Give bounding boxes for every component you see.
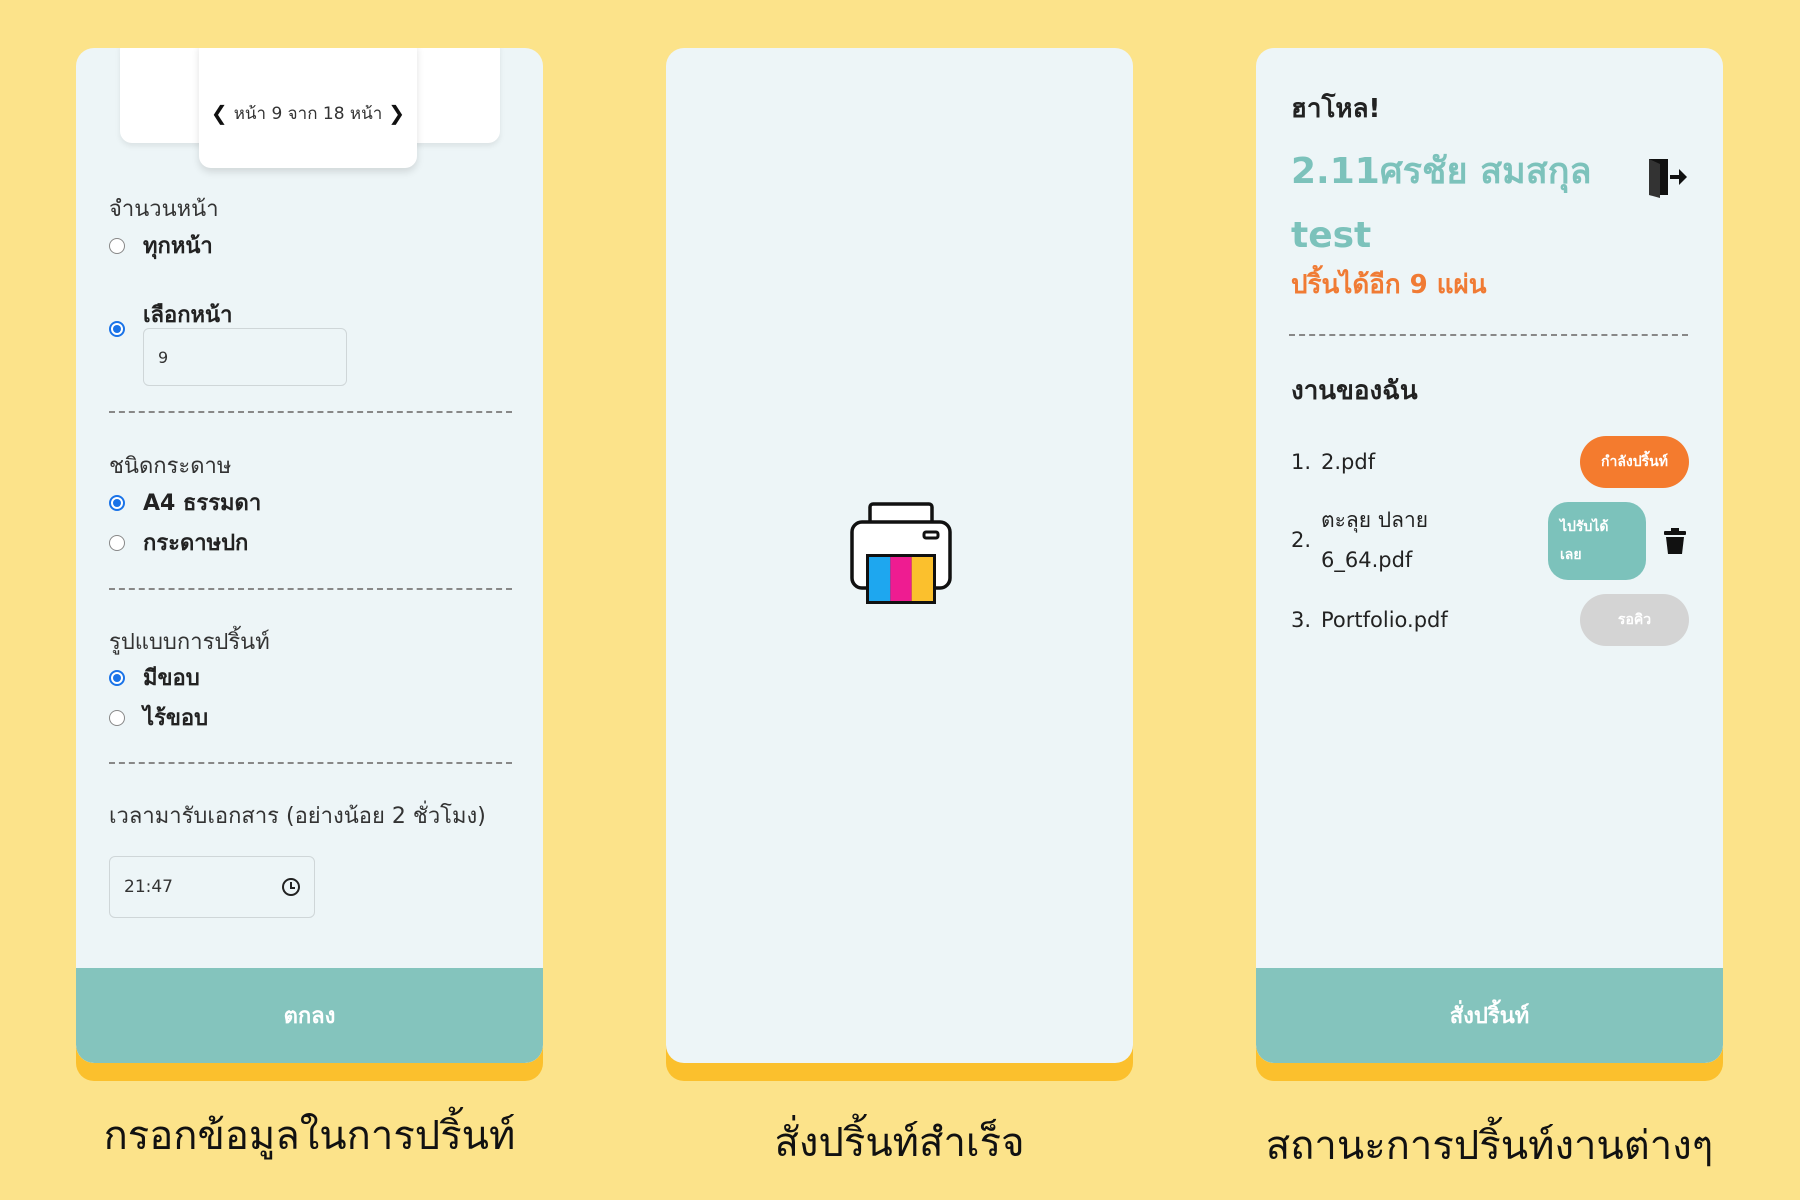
chevron-right-icon[interactable]: ❯ <box>388 101 405 125</box>
radio-borderless[interactable]: ไร้ขอบ <box>109 700 208 735</box>
format-section-title: รูปแบบการปริ้นท์ <box>109 630 270 655</box>
job-file-name-line1: ตะลุย ปลาย <box>1321 508 1429 532</box>
radio-label: A4 ธรรมดา <box>143 491 262 516</box>
divider <box>109 762 512 764</box>
page-navigator: ❮ หน้า 9 จาก 18 หน้า ❯ <box>199 48 417 168</box>
radio-with-border[interactable]: มีขอบ <box>109 660 200 695</box>
pages-section-title: จำนวนหน้า <box>109 197 219 222</box>
status-line1: ไปรับได้ <box>1560 519 1609 535</box>
radio-label: เลือกหน้า <box>143 302 233 328</box>
job-row: 2. ตะลุย ปลาย 6_64.pdf <box>1291 500 1428 580</box>
radio-button[interactable] <box>109 494 125 511</box>
status-badge-printing: กำลังปริ้นท์ <box>1580 436 1689 488</box>
job-file-name-line2: 6_64.pdf <box>1321 548 1413 572</box>
job-number: 2. <box>1291 528 1312 552</box>
divider <box>109 411 512 413</box>
radio-all-pages[interactable]: ทุกหน้า <box>109 228 213 263</box>
radio-button[interactable] <box>109 321 125 337</box>
time-value: 21:47 <box>124 877 173 897</box>
paper-section-title: ชนิดกระดาษ <box>109 454 232 479</box>
printer-color-bar-magenta <box>890 557 912 601</box>
caption-fill-info: กรอกข้อมูลในการปริ้นท์ <box>103 1113 516 1159</box>
page-indicator: หน้า 9 จาก 18 หน้า <box>233 103 383 124</box>
job-file-name: ตะลุย ปลาย 6_64.pdf <box>1321 500 1428 580</box>
status-badge-ready: ไปรับได้ เลย <box>1548 502 1646 580</box>
job-row: 3. Portfolio.pdf <box>1291 600 1448 640</box>
greeting: ฮาโหล! <box>1291 94 1381 124</box>
print-status-panel: ฮาโหล! 2.11ศรชัย สมสกุล test ปริ้นได้อีก… <box>1256 48 1723 1063</box>
job-file-name: 2.pdf <box>1321 450 1376 474</box>
status-line2: เลย <box>1560 547 1582 563</box>
print-settings-panel: ❮ หน้า 9 จาก 18 หน้า ❯ จำนวนหน้า ทุกหน้า… <box>76 48 543 1063</box>
radio-label: กระดาษปก <box>143 531 249 556</box>
remaining-quota: ปริ้นได้อีก 9 แผ่น <box>1291 270 1487 300</box>
radio-button[interactable] <box>109 534 125 551</box>
printer-color-bar-yellow <box>911 557 933 601</box>
job-row: 1. 2.pdf <box>1291 442 1375 482</box>
printer-icon <box>850 502 952 604</box>
radio-button[interactable] <box>109 669 125 686</box>
caption-print-status: สถานะการปริ้นท์งานต่างๆ <box>1265 1123 1714 1169</box>
pickup-time-input[interactable]: 21:47 <box>109 856 315 918</box>
radio-button[interactable] <box>109 237 125 254</box>
radio-label: ไร้ขอบ <box>143 706 209 731</box>
pickup-time-title: เวลามารับเอกสาร (อย่างน้อย 2 ชั่วโมง) <box>109 804 486 829</box>
user-name: 2.11ศรชัย สมสกุล test <box>1291 151 1592 256</box>
radio-label: มีขอบ <box>143 666 200 691</box>
divider <box>109 588 512 590</box>
caption-print-success: สั่งปริ้นท์สำเร็จ <box>774 1120 1025 1166</box>
printer-color-bar-cyan <box>869 557 891 601</box>
clock-icon[interactable] <box>282 878 300 896</box>
chevron-left-icon[interactable]: ❮ <box>211 101 228 125</box>
order-print-button[interactable]: สั่งปริ้นท์ <box>1256 968 1723 1063</box>
status-badge-queued: รอคิว <box>1580 594 1689 646</box>
divider <box>1289 334 1688 336</box>
job-number: 3. <box>1291 608 1312 632</box>
radio-a4-plain[interactable]: A4 ธรรมดา <box>109 485 261 520</box>
logout-icon[interactable] <box>1646 156 1688 198</box>
radio-button[interactable] <box>109 709 125 726</box>
print-success-panel <box>666 48 1133 1063</box>
my-work-title: งานของฉัน <box>1291 376 1418 406</box>
page-number-input[interactable]: 9 <box>143 328 347 386</box>
trash-icon[interactable] <box>1664 528 1686 554</box>
confirm-button[interactable]: ตกลง <box>76 968 543 1063</box>
job-number: 1. <box>1291 450 1312 474</box>
job-file-name: Portfolio.pdf <box>1321 608 1448 632</box>
radio-cover-paper[interactable]: กระดาษปก <box>109 525 248 560</box>
radio-label: ทุกหน้า <box>143 234 213 259</box>
